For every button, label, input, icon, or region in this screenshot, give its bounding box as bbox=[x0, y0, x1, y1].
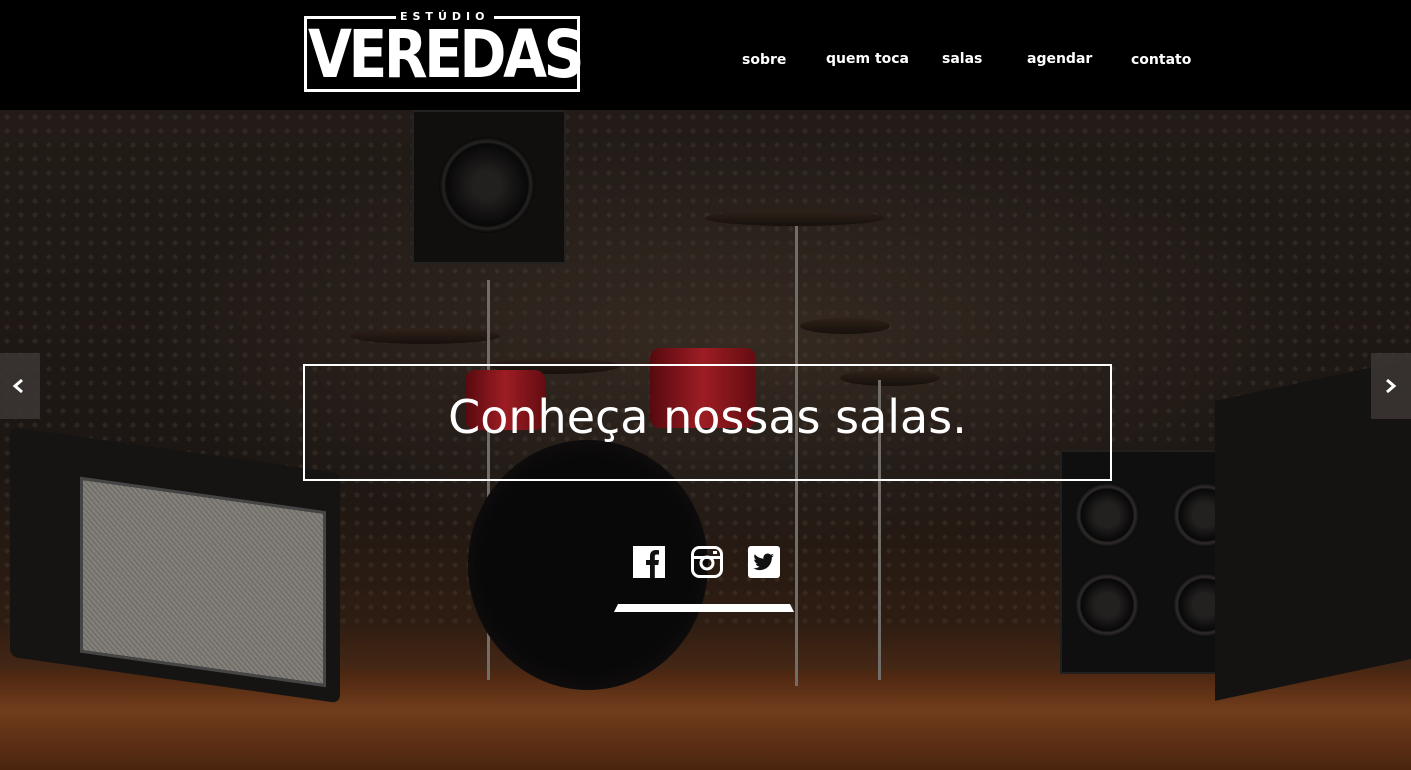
main-nav: sobre quem toca salas agendar contato bbox=[0, 51, 1411, 74]
nav-item-quem-toca[interactable]: quem toca bbox=[826, 51, 909, 67]
chevron-right-icon bbox=[1386, 378, 1397, 394]
slide-indicator-bar bbox=[614, 604, 794, 612]
slider-prev-button[interactable] bbox=[0, 353, 40, 419]
hero-slider: Conheça nossas salas. bbox=[0, 110, 1411, 770]
page: ESTÚDIO VEREDAS sobre quem toca salas ag… bbox=[0, 0, 1411, 770]
twitter-icon[interactable] bbox=[748, 546, 780, 578]
nav-item-contato[interactable]: contato bbox=[1131, 52, 1191, 68]
nav-item-sobre[interactable]: sobre bbox=[742, 52, 786, 68]
slider-next-button[interactable] bbox=[1371, 353, 1411, 419]
facebook-icon[interactable] bbox=[633, 546, 665, 578]
chevron-left-icon bbox=[12, 378, 23, 394]
site-header: ESTÚDIO VEREDAS sobre quem toca salas ag… bbox=[0, 0, 1411, 110]
hero-caption: Conheça nossas salas. bbox=[448, 390, 967, 444]
nav-item-salas[interactable]: salas bbox=[942, 51, 982, 67]
hero-caption-box: Conheça nossas salas. bbox=[303, 364, 1112, 481]
instagram-icon[interactable] bbox=[691, 546, 723, 578]
nav-item-agendar[interactable]: agendar bbox=[1027, 51, 1092, 67]
